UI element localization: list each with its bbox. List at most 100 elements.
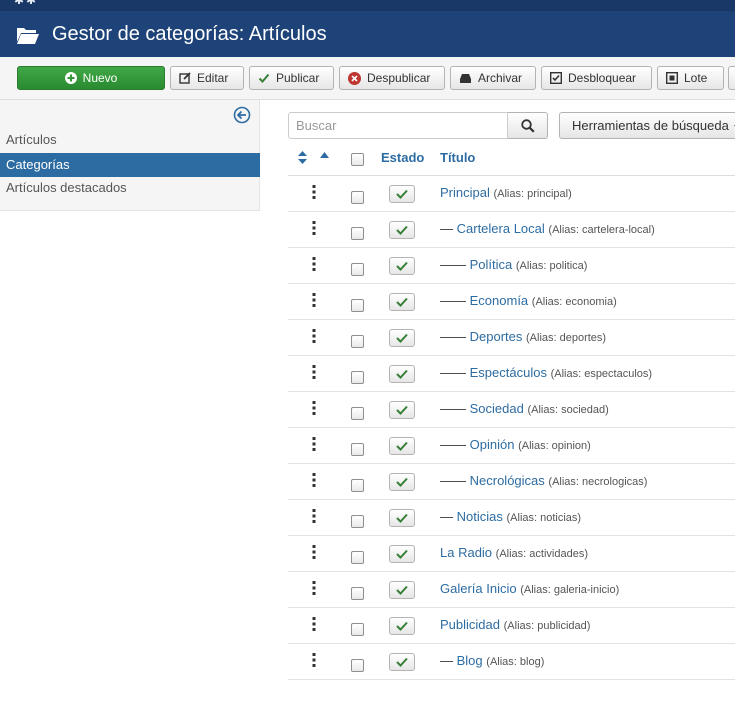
row-checkbox[interactable] — [351, 227, 364, 240]
sidebar-item-articles[interactable]: Artículos — [0, 128, 260, 152]
table-row: — Cartelera Local (Alias: cartelera-loca… — [288, 212, 735, 248]
title-cell: —— Necrológicas (Alias: necrologicas) — [440, 473, 647, 488]
row-checkbox[interactable] — [351, 443, 364, 456]
archive-button[interactable]: Archivar — [450, 66, 536, 90]
column-header-title[interactable]: Título — [440, 150, 475, 165]
title-cell: Principal (Alias: principal) — [440, 185, 572, 200]
search-tools-button[interactable]: Herramientas de búsqueda — [559, 112, 735, 139]
published-check-icon — [396, 261, 408, 271]
published-toggle-button[interactable] — [389, 617, 415, 635]
sidebar: Artículos Categorías Artículos destacado… — [0, 100, 260, 211]
published-check-icon — [396, 225, 408, 235]
published-toggle-button[interactable] — [389, 473, 415, 491]
category-title-link[interactable]: Opinión — [470, 437, 515, 452]
title-cell: —— Opinión (Alias: opinion) — [440, 437, 591, 452]
level-indent: —— — [440, 437, 470, 452]
published-toggle-button[interactable] — [389, 365, 415, 383]
category-title-link[interactable]: Noticias — [457, 509, 503, 524]
search-input[interactable] — [288, 112, 508, 139]
unpublish-button[interactable]: Despublicar — [339, 66, 445, 90]
search-button[interactable] — [508, 112, 548, 139]
table-row: —— Opinión (Alias: opinion) — [288, 428, 735, 464]
search-tools-label: Herramientas de búsqueda — [572, 118, 729, 133]
edit-button[interactable]: Editar — [170, 66, 244, 90]
title-cell: —— Sociedad (Alias: sociedad) — [440, 401, 609, 416]
drag-handle-icon[interactable] — [312, 221, 316, 235]
table-row: Galería Inicio (Alias: galeria-inicio) — [288, 572, 735, 608]
row-checkbox[interactable] — [351, 587, 364, 600]
collapse-sidebar-icon[interactable] — [233, 106, 251, 124]
drag-handle-icon[interactable] — [312, 617, 316, 631]
sort-ordering-icon[interactable] — [298, 151, 307, 164]
category-title-link[interactable]: Necrológicas — [470, 473, 545, 488]
published-toggle-button[interactable] — [389, 509, 415, 527]
category-title-link[interactable]: Política — [470, 257, 513, 272]
drag-handle-icon[interactable] — [312, 437, 316, 451]
page-header: Gestor de categorías: Artículos — [0, 10, 735, 57]
published-toggle-button[interactable] — [389, 653, 415, 671]
select-all-checkbox[interactable] — [351, 153, 364, 166]
drag-handle-icon[interactable] — [312, 473, 316, 487]
row-checkbox[interactable] — [351, 191, 364, 204]
publish-button[interactable]: Publicar — [249, 66, 334, 90]
drag-handle-icon[interactable] — [312, 653, 316, 667]
sidebar-item-featured-articles[interactable]: Artículos destacados — [0, 176, 260, 200]
table-row: — Blog (Alias: blog) — [288, 644, 735, 680]
more-toolbar-button[interactable] — [728, 66, 735, 90]
batch-button[interactable]: Lote — [657, 66, 724, 90]
drag-handle-icon[interactable] — [312, 257, 316, 271]
sidebar-item-categories[interactable]: Categorías — [0, 153, 260, 177]
row-checkbox[interactable] — [351, 263, 364, 276]
category-title-link[interactable]: La Radio — [440, 545, 492, 560]
drag-handle-icon[interactable] — [312, 401, 316, 415]
published-toggle-button[interactable] — [389, 293, 415, 311]
published-toggle-button[interactable] — [389, 545, 415, 563]
category-title-link[interactable]: Cartelera Local — [457, 221, 545, 236]
published-toggle-button[interactable] — [389, 257, 415, 275]
archive-button-label: Archivar — [478, 71, 523, 85]
title-cell: —— Política (Alias: politica) — [440, 257, 587, 272]
sort-ascending-icon[interactable] — [320, 152, 329, 158]
checkin-button-label: Desbloquear — [568, 71, 637, 85]
row-checkbox[interactable] — [351, 299, 364, 312]
joomla-logo-icon[interactable]: ✱✱ — [14, 0, 38, 7]
published-check-icon — [396, 621, 408, 631]
row-checkbox[interactable] — [351, 551, 364, 564]
drag-handle-icon[interactable] — [312, 329, 316, 343]
category-alias: (Alias: politica) — [515, 260, 588, 272]
category-title-link[interactable]: Principal — [440, 185, 490, 200]
row-checkbox[interactable] — [351, 371, 364, 384]
drag-handle-icon[interactable] — [312, 509, 316, 523]
row-checkbox[interactable] — [351, 659, 364, 672]
category-title-link[interactable]: Economía — [470, 293, 529, 308]
published-toggle-button[interactable] — [389, 329, 415, 347]
drag-handle-icon[interactable] — [312, 581, 316, 595]
new-button[interactable]: Nuevo — [17, 66, 165, 90]
drag-handle-icon[interactable] — [312, 545, 316, 559]
row-checkbox[interactable] — [351, 515, 364, 528]
published-toggle-button[interactable] — [389, 185, 415, 203]
table-row: — Noticias (Alias: noticias) — [288, 500, 735, 536]
drag-handle-icon[interactable] — [312, 185, 316, 199]
published-toggle-button[interactable] — [389, 437, 415, 455]
published-toggle-button[interactable] — [389, 401, 415, 419]
published-toggle-button[interactable] — [389, 221, 415, 239]
category-title-link[interactable]: Publicidad — [440, 617, 500, 632]
row-checkbox[interactable] — [351, 623, 364, 636]
published-toggle-button[interactable] — [389, 581, 415, 599]
checkin-button[interactable]: Desbloquear — [541, 66, 652, 90]
column-header-status[interactable]: Estado — [381, 150, 424, 165]
category-title-link[interactable]: Deportes — [470, 329, 523, 344]
category-title-link[interactable]: Sociedad — [470, 401, 524, 416]
row-checkbox[interactable] — [351, 407, 364, 420]
title-cell: Galería Inicio (Alias: galeria-inicio) — [440, 581, 619, 596]
category-title-link[interactable]: Galería Inicio — [440, 581, 517, 596]
row-checkbox[interactable] — [351, 335, 364, 348]
drag-handle-icon[interactable] — [312, 293, 316, 307]
title-cell: —— Economía (Alias: economia) — [440, 293, 617, 308]
edit-icon — [179, 72, 191, 84]
category-title-link[interactable]: Blog — [457, 653, 483, 668]
drag-handle-icon[interactable] — [312, 365, 316, 379]
row-checkbox[interactable] — [351, 479, 364, 492]
category-title-link[interactable]: Espectáculos — [470, 365, 547, 380]
